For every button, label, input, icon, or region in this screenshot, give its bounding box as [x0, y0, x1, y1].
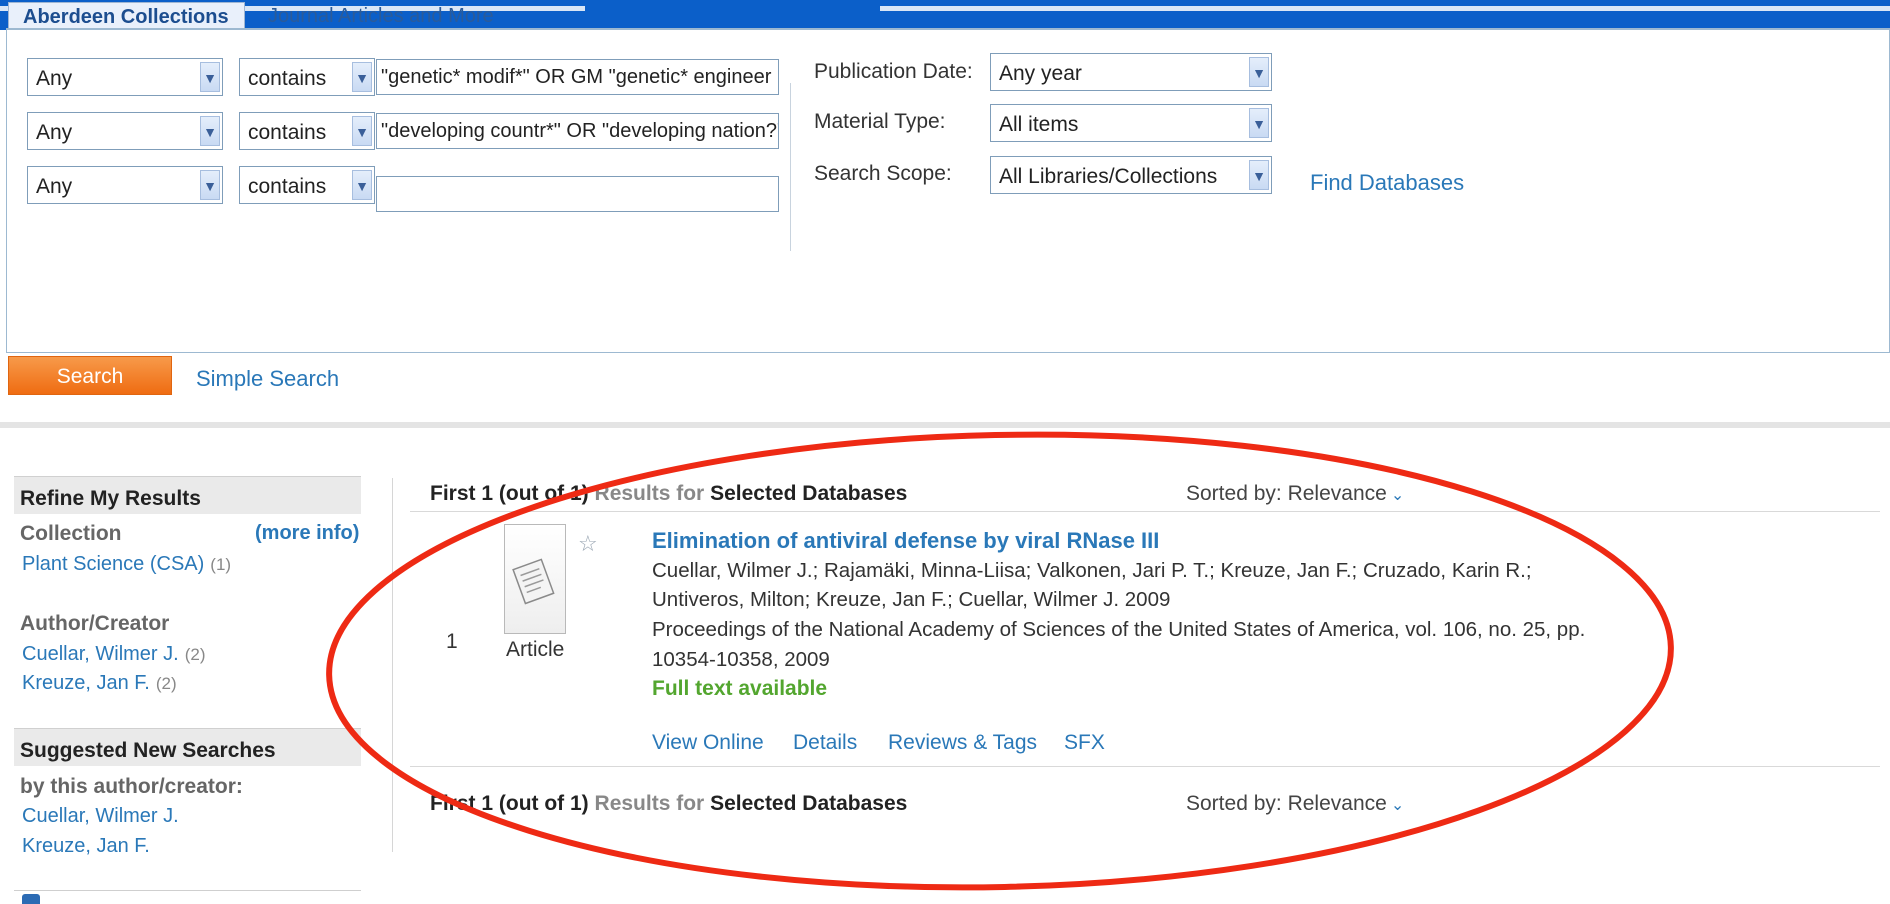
suggested-search-item[interactable]: Cuellar, Wilmer J.	[22, 805, 179, 828]
field-select-2[interactable]: Any ▼	[27, 112, 223, 150]
sort-label: Sorted by:	[1186, 792, 1282, 815]
search-scope-label: Search Scope:	[814, 162, 952, 185]
facet-count: (2)	[155, 674, 177, 693]
select-value: All Libraries/Collections	[999, 165, 1218, 188]
result-authors: Cuellar, Wilmer J.; Rajamäki, Minna-Liis…	[652, 559, 1532, 582]
chevron-down-icon: ▼	[352, 116, 372, 146]
simple-search-link[interactable]: Simple Search	[196, 366, 339, 392]
field-select-3[interactable]: Any ▼	[27, 166, 223, 204]
sort-value: Relevance	[1287, 792, 1387, 815]
material-type-select[interactable]: All items ▼	[990, 104, 1272, 142]
results-scope: Selected Databases	[710, 792, 908, 815]
field-select-value: Any	[36, 67, 73, 90]
results-total: (out of 1)	[498, 482, 589, 505]
operator-select-1[interactable]: contains ▼	[239, 58, 375, 96]
advanced-search-panel: Any ▼ contains ▼ "genetic* modif*" OR GM…	[6, 28, 1890, 353]
results-for-text: Results for	[594, 482, 705, 505]
chevron-down-icon: ▼	[1249, 57, 1269, 87]
result-type: Article	[506, 638, 565, 661]
result-title-link[interactable]: Elimination of antiviral defense by vira…	[652, 528, 1159, 554]
query-input-3[interactable]	[376, 176, 779, 212]
results-for-text: Results for	[594, 792, 705, 815]
select-value: All items	[999, 113, 1079, 136]
results-count: First 1	[430, 792, 494, 815]
facet-count: (1)	[210, 555, 232, 574]
search-scope-select[interactable]: All Libraries/Collections ▼	[990, 156, 1272, 194]
author-facet-item[interactable]: Kreuze, Jan F. (2)	[22, 672, 177, 695]
result-authors: Untiveros, Milton; Kreuze, Jan F.; Cuell…	[652, 588, 1171, 611]
field-select-value: Any	[36, 121, 73, 144]
tab-aberdeen-collections[interactable]: Aberdeen Collections	[8, 2, 245, 30]
chevron-down-icon: ▼	[352, 170, 372, 200]
chevron-down-icon: ⌄	[1390, 797, 1405, 814]
collection-label: Collection	[20, 522, 122, 545]
query-input-1[interactable]: "genetic* modif*" OR GM "genetic* engine…	[376, 59, 779, 95]
facet-label: Plant Science (CSA)	[22, 553, 205, 575]
suggested-searches-header: Suggested New Searches	[14, 728, 361, 766]
operator-select-2[interactable]: contains ▼	[239, 112, 375, 150]
result-source: 10354-10358, 2009	[652, 648, 830, 671]
chevron-down-icon: ▼	[200, 62, 220, 92]
operator-select-value: contains	[248, 175, 327, 198]
operator-select-value: contains	[248, 121, 327, 144]
publication-date-label: Publication Date:	[814, 60, 973, 83]
fulltext-status: Full text available	[652, 677, 828, 700]
field-select-value: Any	[36, 175, 73, 198]
results-summary-bottom: First 1 (out of 1) Results for Selected …	[430, 792, 1880, 824]
sfx-link[interactable]: SFX	[1064, 731, 1105, 755]
facet-label: Cuellar, Wilmer J.	[22, 643, 179, 665]
facet-count: (2)	[184, 645, 206, 664]
refine-results-header: Refine My Results	[14, 476, 361, 514]
result-number: 1	[446, 630, 458, 653]
results-summary-top: First 1 (out of 1) Results for Selected …	[430, 482, 1880, 514]
rss-icon[interactable]	[22, 894, 40, 904]
find-databases-link[interactable]: Find Databases	[1310, 170, 1464, 196]
collection-facet-item[interactable]: Plant Science (CSA) (1)	[22, 553, 231, 576]
by-author-label: by this author/creator:	[20, 775, 243, 798]
result-divider	[410, 511, 1880, 512]
results-total: (out of 1)	[498, 792, 589, 815]
suggested-search-item[interactable]: Kreuze, Jan F.	[22, 835, 150, 858]
operator-select-value: contains	[248, 67, 327, 90]
search-button[interactable]: Search	[8, 356, 172, 395]
sort-value: Relevance	[1287, 482, 1387, 505]
reviews-tags-link[interactable]: Reviews & Tags	[888, 731, 1037, 755]
article-thumbnail[interactable]	[504, 524, 566, 634]
result-divider	[410, 766, 1880, 767]
banner-stripe	[880, 6, 1890, 26]
document-icon	[512, 558, 555, 605]
publication-date-select[interactable]: Any year ▼	[990, 53, 1272, 91]
chevron-down-icon: ⌄	[1390, 487, 1405, 504]
result-source: Proceedings of the National Academy of S…	[652, 618, 1586, 641]
author-creator-label: Author/Creator	[20, 612, 170, 635]
sort-control[interactable]: Sorted by: Relevance ⌄	[1186, 482, 1404, 506]
chevron-down-icon: ▼	[1249, 108, 1269, 138]
author-facet-item[interactable]: Cuellar, Wilmer J. (2)	[22, 643, 205, 666]
chevron-down-icon: ▼	[1249, 160, 1269, 190]
sidebar-divider	[14, 890, 361, 891]
facet-label: Kreuze, Jan F.	[22, 672, 150, 694]
chevron-down-icon: ▼	[352, 62, 372, 92]
details-link[interactable]: Details	[793, 731, 857, 755]
results-scope: Selected Databases	[710, 482, 908, 505]
section-divider	[0, 422, 1890, 428]
material-type-label: Material Type:	[814, 110, 946, 133]
more-info-link[interactable]: (more info)	[255, 522, 359, 545]
star-icon[interactable]: ☆	[578, 531, 598, 557]
operator-select-3[interactable]: contains ▼	[239, 166, 375, 204]
results-count: First 1	[430, 482, 494, 505]
field-select-1[interactable]: Any ▼	[27, 58, 223, 96]
sidebar-divider	[392, 478, 393, 852]
sort-control[interactable]: Sorted by: Relevance ⌄	[1186, 792, 1404, 816]
panel-divider	[790, 83, 791, 251]
chevron-down-icon: ▼	[200, 116, 220, 146]
query-input-2[interactable]: "developing countr*" OR "developing nati…	[376, 113, 779, 149]
select-value: Any year	[999, 62, 1082, 85]
view-online-link[interactable]: View Online	[652, 731, 764, 755]
tab-journal-articles[interactable]: Journal Articles and More	[248, 2, 508, 28]
sort-label: Sorted by:	[1186, 482, 1282, 505]
chevron-down-icon: ▼	[200, 170, 220, 200]
